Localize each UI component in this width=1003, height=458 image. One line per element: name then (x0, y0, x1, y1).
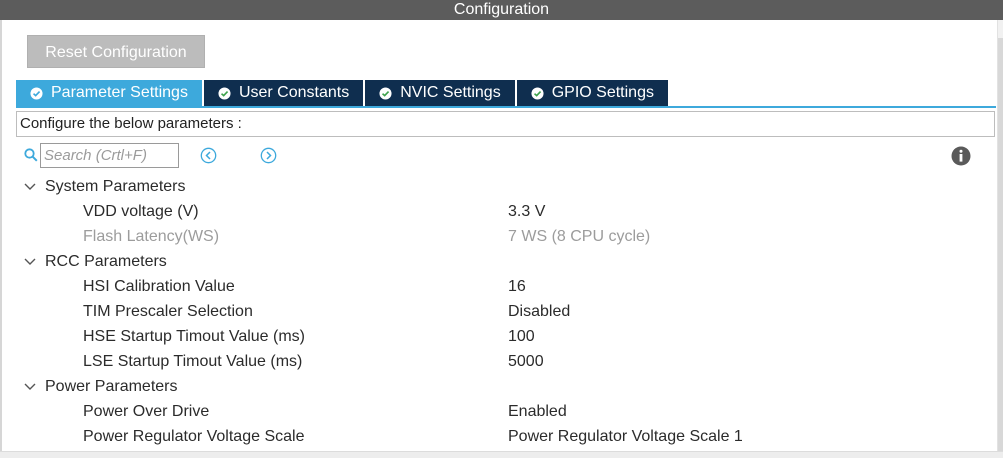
param-name: HSE Startup Timout Value (ms) (83, 328, 305, 345)
check-circle-icon (30, 86, 43, 100)
param-name: Flash Latency(WS) (83, 228, 220, 245)
group-rcc-parameters[interactable]: RCC Parameters (0, 249, 995, 274)
param-row[interactable]: Power Over Drive Enabled (0, 399, 995, 424)
param-name: HSI Calibration Value (83, 278, 235, 295)
parameter-tree: System Parameters VDD voltage (V) 3.3 V … (0, 174, 995, 449)
chevron-down-icon[interactable] (24, 382, 36, 391)
param-name: Power Regulator Voltage Scale (83, 428, 305, 445)
tab-user-constants[interactable]: User Constants (203, 80, 364, 106)
param-row[interactable]: VDD voltage (V) 3.3 V (0, 199, 995, 224)
param-value[interactable]: Power Regulator Voltage Scale 1 (508, 424, 743, 449)
group-label: System Parameters (45, 178, 186, 195)
param-name: LSE Startup Timout Value (ms) (83, 353, 303, 370)
vertical-scrollbar[interactable] (997, 20, 1003, 458)
param-name: Power Over Drive (83, 403, 210, 420)
info-icon[interactable] (951, 146, 971, 166)
group-label: RCC Parameters (45, 253, 167, 270)
chevron-down-icon[interactable] (24, 182, 36, 191)
tab-label: NVIC Settings (400, 84, 501, 101)
param-value[interactable]: Disabled (508, 299, 570, 324)
param-name: TIM Prescaler Selection (83, 303, 253, 320)
check-circle-icon (218, 86, 231, 100)
settings-tabs: Parameter Settings User Constants NVIC S… (16, 80, 670, 106)
param-value[interactable]: 3.3 V (508, 199, 545, 224)
check-circle-icon (531, 86, 544, 100)
param-row[interactable]: HSE Startup Timout Value (ms) 100 (0, 324, 995, 349)
tab-parameter-settings[interactable]: Parameter Settings (16, 80, 202, 106)
tab-gpio-settings[interactable]: GPIO Settings (516, 80, 668, 106)
param-value[interactable]: 16 (508, 274, 526, 299)
reset-configuration-button[interactable]: Reset Configuration (27, 35, 205, 68)
group-system-parameters[interactable]: System Parameters (0, 174, 995, 199)
next-match-icon[interactable] (260, 147, 277, 164)
param-row[interactable]: LSE Startup Timout Value (ms) 5000 (0, 349, 995, 374)
param-value[interactable]: 100 (508, 324, 535, 349)
search-input[interactable]: Search (Crtl+F) (40, 143, 179, 168)
window-title: Configuration (0, 0, 1003, 20)
param-name: VDD voltage (V) (83, 203, 199, 220)
param-value: 7 WS (8 CPU cycle) (508, 228, 651, 245)
param-value[interactable]: Enabled (508, 399, 567, 424)
param-row[interactable]: TIM Prescaler Selection Disabled (0, 299, 995, 324)
tab-underline (16, 106, 996, 108)
param-row[interactable]: HSI Calibration Value 16 (0, 274, 995, 299)
check-circle-icon (379, 86, 392, 100)
tab-label: User Constants (238, 84, 350, 101)
tab-label: Parameter Settings (51, 84, 188, 101)
tab-nvic-settings[interactable]: NVIC Settings (365, 80, 515, 106)
group-power-parameters[interactable]: Power Parameters (0, 374, 995, 399)
previous-match-icon[interactable] (200, 147, 217, 164)
chevron-down-icon[interactable] (24, 257, 36, 266)
param-value[interactable]: 5000 (508, 349, 544, 374)
param-row: Flash Latency(WS) 7 WS (8 CPU cycle) (0, 224, 995, 249)
scrollbar-thumb[interactable] (998, 38, 1003, 458)
tab-label: GPIO Settings (551, 84, 654, 101)
group-label: Power Parameters (45, 378, 178, 395)
search-icon[interactable] (24, 148, 38, 162)
description-box: Configure the below parameters : (16, 111, 995, 137)
horizontal-scrollbar[interactable] (0, 451, 1003, 458)
param-row[interactable]: Power Regulator Voltage Scale Power Regu… (0, 424, 995, 449)
